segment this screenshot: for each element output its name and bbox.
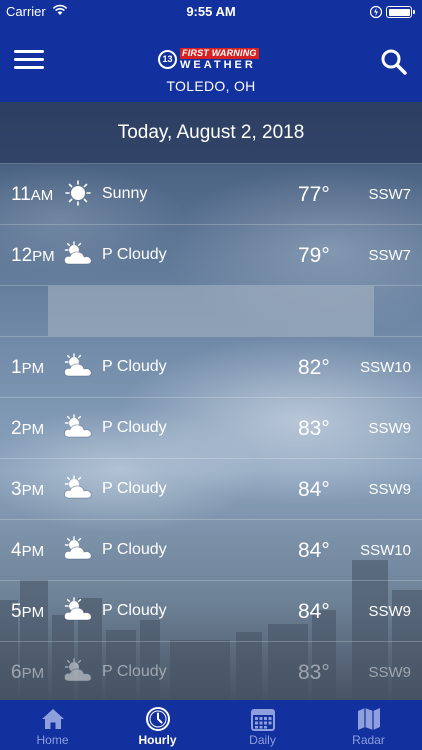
temperature: 79° bbox=[298, 244, 330, 267]
hour-time: 1PM bbox=[11, 357, 45, 378]
clock-icon bbox=[146, 707, 170, 731]
tab-label: Home bbox=[36, 733, 69, 747]
date-label: Today, August 2, 2018 bbox=[117, 122, 305, 143]
menu-button[interactable] bbox=[14, 50, 44, 74]
hourly-row[interactable]: 11AM Sunny 77° SSW7 bbox=[0, 164, 422, 225]
search-icon[interactable] bbox=[380, 48, 408, 76]
condition-label: P Cloudy bbox=[102, 541, 167, 558]
tab-label: Radar bbox=[352, 733, 385, 747]
condition-label: P Cloudy bbox=[102, 602, 167, 619]
home-icon bbox=[42, 709, 64, 729]
tab-radar[interactable]: Radar bbox=[316, 700, 421, 750]
tab-home[interactable]: Home bbox=[0, 700, 105, 750]
hourly-row[interactable]: 1PM P Cloudy 82° SSW10 bbox=[0, 337, 422, 398]
hour-time: 11AM bbox=[11, 184, 54, 205]
temperature: 84° bbox=[298, 600, 330, 623]
hourly-row[interactable]: 4PM P Cloudy 84° SSW10 bbox=[0, 520, 422, 581]
ad-slot-row bbox=[0, 286, 422, 337]
bottom-tab-bar: Home Hourly Daily Radar bbox=[0, 700, 422, 750]
tab-hourly[interactable]: Hourly bbox=[105, 700, 210, 750]
calendar-icon bbox=[251, 709, 275, 731]
ad-banner[interactable] bbox=[48, 286, 374, 336]
temperature: 84° bbox=[298, 478, 330, 501]
partly-cloudy-icon bbox=[64, 353, 92, 377]
battery-icon bbox=[386, 6, 415, 18]
sun-icon bbox=[65, 180, 91, 206]
wind: SSW9 bbox=[368, 481, 411, 498]
logo-weather: WEATHER bbox=[180, 59, 256, 71]
partly-cloudy-icon bbox=[64, 597, 92, 621]
condition-label: P Cloudy bbox=[102, 358, 167, 375]
hourly-row[interactable]: 12PM P Cloudy 79° SSW7 bbox=[0, 225, 422, 286]
app-header: 13 FIRST WARNING WEATHER TOLEDO, OH bbox=[0, 24, 422, 102]
hour-time: 2PM bbox=[11, 418, 45, 439]
wind: SSW10 bbox=[360, 542, 411, 559]
temperature: 84° bbox=[298, 539, 330, 562]
hourly-row[interactable]: 6PM P Cloudy 83° SSW9 bbox=[0, 642, 422, 703]
temperature: 82° bbox=[298, 356, 330, 379]
logo-first-warning: FIRST WARNING bbox=[180, 48, 259, 59]
hour-time: 6PM bbox=[11, 662, 45, 683]
station-logo: 13 FIRST WARNING WEATHER bbox=[158, 48, 268, 72]
condition-label: P Cloudy bbox=[102, 246, 167, 263]
condition-label: P Cloudy bbox=[102, 480, 167, 497]
hour-time: 4PM bbox=[11, 540, 45, 561]
partly-cloudy-icon bbox=[64, 536, 92, 560]
partly-cloudy-icon bbox=[64, 241, 92, 265]
partly-cloudy-icon bbox=[64, 658, 92, 682]
status-time: 9:55 AM bbox=[186, 4, 236, 19]
temperature: 77° bbox=[298, 183, 330, 206]
condition-label: Sunny bbox=[102, 185, 148, 202]
wind: SSW9 bbox=[368, 664, 411, 681]
menu-icon-bar bbox=[14, 50, 44, 53]
tab-daily[interactable]: Daily bbox=[210, 700, 315, 750]
partly-cloudy-icon bbox=[64, 414, 92, 438]
hour-time: 3PM bbox=[11, 479, 45, 500]
hourly-row[interactable]: 5PM P Cloudy 84° SSW9 bbox=[0, 581, 422, 642]
wind: SSW7 bbox=[368, 247, 411, 264]
tab-label: Hourly bbox=[138, 733, 177, 747]
map-icon bbox=[358, 708, 380, 730]
wind: SSW9 bbox=[368, 420, 411, 437]
menu-icon-bar bbox=[14, 66, 44, 69]
temperature: 83° bbox=[298, 417, 330, 440]
condition-label: P Cloudy bbox=[102, 419, 167, 436]
wind: SSW10 bbox=[360, 359, 411, 376]
temperature: 83° bbox=[298, 661, 330, 684]
condition-label: P Cloudy bbox=[102, 663, 167, 680]
hourly-row[interactable]: 2PM P Cloudy 83° SSW9 bbox=[0, 398, 422, 459]
tab-label: Daily bbox=[249, 733, 276, 747]
menu-icon-bar bbox=[14, 58, 44, 61]
wind: SSW9 bbox=[368, 603, 411, 620]
hourly-row[interactable]: 3PM P Cloudy 84° SSW9 bbox=[0, 459, 422, 520]
charging-icon bbox=[370, 5, 382, 19]
location-label: TOLEDO, OH bbox=[166, 78, 256, 94]
wind: SSW7 bbox=[368, 186, 411, 203]
hour-time: 5PM bbox=[11, 601, 45, 622]
hour-time: 12PM bbox=[11, 245, 55, 266]
partly-cloudy-icon bbox=[64, 475, 92, 499]
date-header: Today, August 2, 2018 bbox=[0, 102, 422, 164]
status-bar: Carrier 9:55 AM bbox=[0, 0, 422, 24]
logo-channel-number: 13 bbox=[158, 50, 177, 69]
